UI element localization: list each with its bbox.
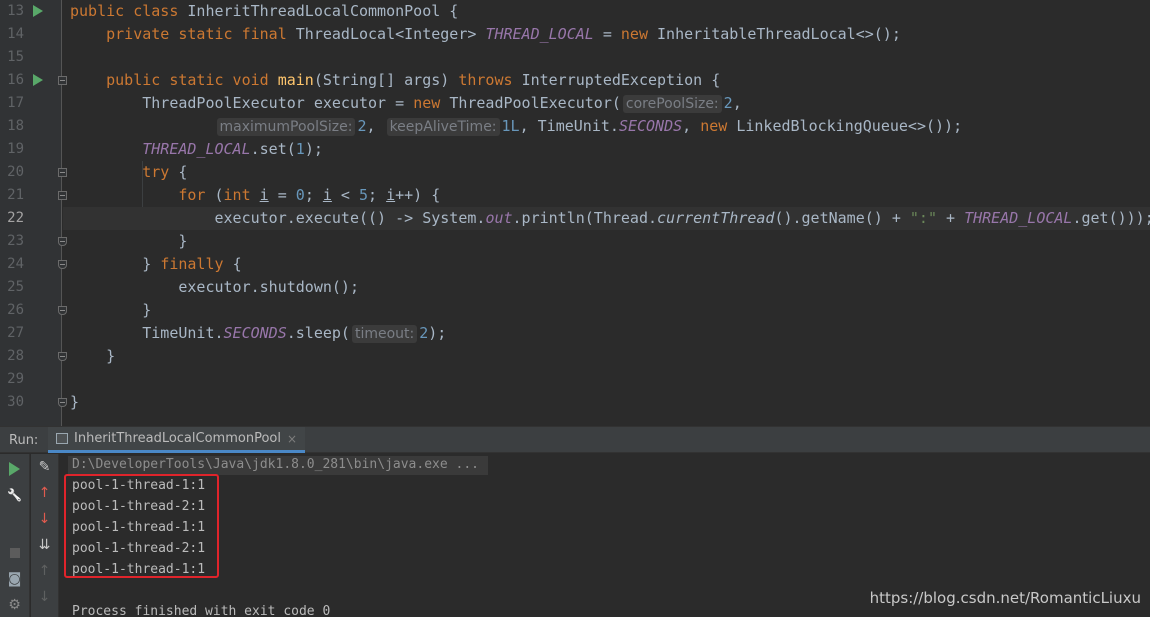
- line-number: 17: [7, 95, 24, 111]
- exit-message: Process finished with exit code 0: [72, 604, 331, 617]
- run-main-icon[interactable]: [33, 74, 43, 86]
- dump-threads-button[interactable]: ◙: [0, 568, 29, 590]
- next-occurrence-button[interactable]: ↓: [31, 508, 58, 530]
- code-line-13: public class InheritThreadLocalCommonPoo…: [70, 2, 459, 20]
- run-class-icon[interactable]: [33, 5, 43, 17]
- line-number: 25: [7, 279, 24, 295]
- code-line-18: maximumPoolSize: 2, keepAliveTime: 1L, Tim…: [70, 115, 962, 138]
- code-line-14: private static final ThreadLocal<Integer…: [106, 25, 901, 43]
- code-line-22: executor.execute(() -> System.out.printl…: [63, 207, 1150, 230]
- camera-icon: ◙: [7, 571, 22, 587]
- code-line-26: }: [142, 301, 152, 319]
- line-number: 20: [7, 164, 24, 180]
- code-line-28: }: [106, 347, 116, 365]
- fold-toggle-icon[interactable]: [58, 306, 67, 315]
- console-icon: [56, 433, 68, 444]
- line-number: 23: [7, 233, 24, 249]
- code-line-20: try {: [142, 163, 188, 181]
- wrench-icon: 🔧: [7, 488, 22, 502]
- fold-toggle-icon[interactable]: [58, 352, 67, 361]
- line-number: 24: [7, 256, 24, 272]
- output-highlight-box: [64, 474, 219, 578]
- sort-down-icon: ⇊: [38, 537, 51, 553]
- run-tab-bar: Run: InheritThreadLocalCommonPool ×: [0, 427, 1150, 453]
- line-number: 28: [7, 348, 24, 364]
- close-icon[interactable]: ×: [287, 432, 297, 446]
- line-number: 16: [7, 72, 24, 88]
- debug-settings-button[interactable]: ⚙: [0, 594, 29, 616]
- rerun-button[interactable]: [0, 458, 29, 480]
- run-config-tab[interactable]: InheritThreadLocalCommonPool ×: [48, 427, 306, 453]
- code-line-24: } finally {: [142, 255, 242, 273]
- line-number: 18: [7, 118, 24, 134]
- line-number: 21: [7, 187, 24, 203]
- code-line-19: THREAD_LOCAL.set(1);: [142, 140, 323, 158]
- line-number: 19: [7, 141, 24, 157]
- edit-icon: ✎: [38, 459, 51, 475]
- param-hint: maximumPoolSize:: [216, 118, 356, 136]
- line-number: 13: [7, 3, 24, 19]
- run-label: Run:: [9, 433, 39, 448]
- fold-toggle-icon[interactable]: [58, 76, 67, 85]
- arrow-up-gray-icon: ↑: [38, 563, 51, 579]
- code-line-17: ThreadPoolExecutor executor = new Thread…: [142, 94, 742, 113]
- fold-toggle-icon[interactable]: [58, 260, 67, 269]
- code-line-30: }: [70, 393, 80, 411]
- line-number: 26: [7, 302, 24, 318]
- run-tab-label: InheritThreadLocalCommonPool: [74, 431, 281, 446]
- arrow-down-icon: ↓: [38, 511, 51, 527]
- code-line-23: }: [178, 232, 188, 250]
- line-number: 14: [7, 26, 24, 42]
- line-number: 30: [7, 394, 24, 410]
- code-editor[interactable]: 13 14 15 16 17 18 19 20 21 22 23 24 25 2…: [0, 0, 1150, 426]
- editor-gutter: 13 14 15 16 17 18 19 20 21 22 23 24 25 2…: [0, 0, 67, 426]
- run-toolbar-secondary: ✎ ↑ ↓ ⇊ ↑ ↓: [31, 454, 59, 617]
- line-number: 27: [7, 325, 24, 341]
- play-icon: [9, 462, 20, 476]
- arrow-up-icon: ↑: [38, 485, 51, 501]
- fold-toggle-icon[interactable]: [58, 237, 67, 246]
- stop-icon: [9, 548, 20, 558]
- up-stack-button[interactable]: ↑: [31, 560, 58, 582]
- param-hint: corePoolSize:: [622, 95, 722, 113]
- scroll-to-end-button[interactable]: ⇊: [31, 534, 58, 556]
- command-line[interactable]: D:\DeveloperTools\Java\jdk1.8.0_281\bin\…: [72, 454, 479, 475]
- fold-toggle-icon[interactable]: [58, 168, 67, 177]
- fold-toggle-icon[interactable]: [58, 398, 67, 407]
- line-number-current: 22: [7, 210, 24, 226]
- code-line-21: for (int i = 0; i < 5; i++) {: [178, 186, 441, 204]
- line-number: 15: [7, 49, 24, 65]
- param-hint: keepAliveTime:: [386, 118, 500, 136]
- stop-button[interactable]: [0, 542, 29, 564]
- gear-icon: ⚙: [8, 597, 21, 613]
- settings-button[interactable]: 🔧: [0, 484, 29, 506]
- down-stack-button[interactable]: ↓: [31, 586, 58, 608]
- previous-occurrence-button[interactable]: ↑: [31, 482, 58, 504]
- line-number: 29: [7, 371, 24, 387]
- soft-wrap-button[interactable]: ✎: [31, 456, 58, 478]
- arrow-down-gray-icon: ↓: [38, 589, 51, 605]
- watermark: https://blog.csdn.net/RomanticLiuxu: [869, 589, 1141, 607]
- code-line-25: executor.shutdown();: [178, 278, 359, 296]
- fold-toggle-icon[interactable]: [58, 191, 67, 200]
- code-line-27: TimeUnit.SECONDS.sleep(timeout: 2);: [142, 324, 447, 343]
- param-hint: timeout:: [351, 325, 418, 343]
- run-toolbar-primary: 🔧 ◙ ⚙: [0, 454, 30, 617]
- code-line-16: public static void main(String[] args) t…: [106, 71, 721, 89]
